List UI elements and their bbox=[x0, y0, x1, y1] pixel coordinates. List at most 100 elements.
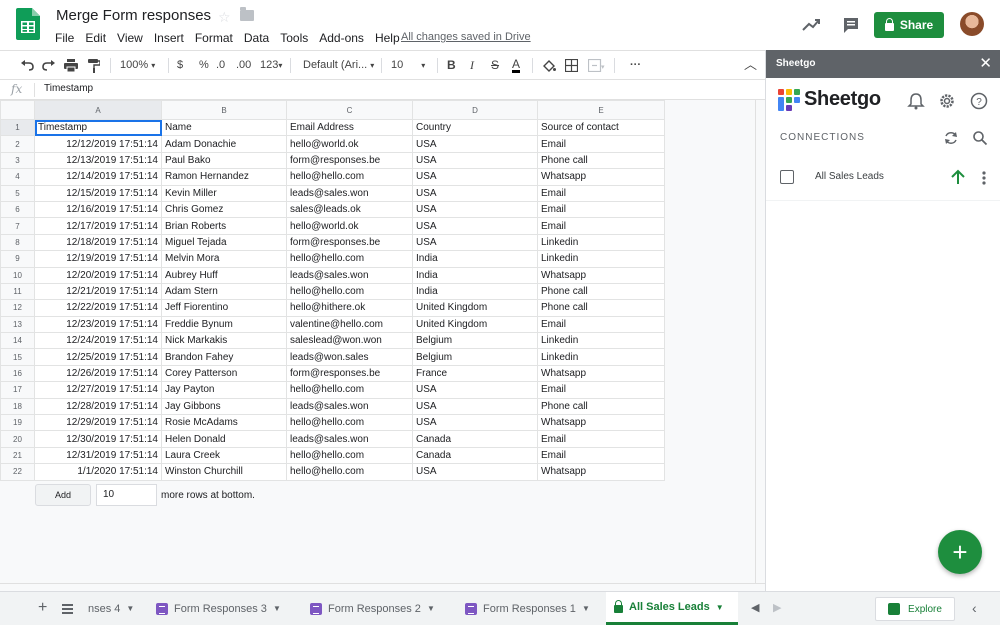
cell-timestamp[interactable]: 12/24/2019 17:51:14 bbox=[34, 332, 162, 350]
cell-timestamp[interactable]: 12/18/2019 17:51:14 bbox=[34, 233, 162, 252]
cell-email[interactable]: hello@hello.com bbox=[286, 463, 413, 481]
cell-source[interactable]: Email bbox=[537, 135, 665, 153]
cell-email[interactable]: form@responses.be bbox=[286, 364, 413, 383]
cell-source[interactable]: Email bbox=[537, 381, 665, 399]
save-status-link[interactable]: All changes saved in Drive bbox=[401, 31, 531, 43]
refresh-icon[interactable] bbox=[943, 130, 959, 146]
menu-data[interactable]: Data bbox=[244, 31, 269, 45]
add-connection-button[interactable]: + bbox=[938, 530, 982, 574]
add-rows-button[interactable]: Add bbox=[35, 484, 91, 506]
row-header[interactable]: 22 bbox=[0, 463, 35, 481]
cell-email[interactable]: hello@hello.com bbox=[286, 414, 413, 432]
row-header[interactable]: 8 bbox=[0, 233, 35, 252]
cell-name[interactable]: Aubrey Huff bbox=[161, 266, 287, 284]
row-header[interactable]: 1 bbox=[0, 118, 35, 137]
cell-email[interactable]: hello@hello.com bbox=[286, 446, 413, 465]
cell-source[interactable]: Source of contact bbox=[537, 118, 665, 137]
chevron-down-icon[interactable]: ▼ bbox=[273, 604, 281, 613]
cell-name[interactable]: Paul Bako bbox=[161, 151, 287, 170]
merge-cells-icon[interactable]: ▾ bbox=[588, 59, 606, 72]
cell-name[interactable]: Laura Creek bbox=[161, 446, 287, 465]
chevron-down-icon[interactable]: ▼ bbox=[427, 604, 435, 613]
cell-name[interactable]: Adam Donachie bbox=[161, 135, 287, 153]
menu-addons[interactable]: Add-ons bbox=[319, 31, 364, 45]
row-header[interactable]: 10 bbox=[0, 266, 35, 284]
cell-source[interactable]: Email bbox=[537, 430, 665, 448]
star-icon[interactable]: ☆ bbox=[218, 9, 231, 26]
sheets-logo-icon[interactable] bbox=[16, 8, 40, 40]
menu-view[interactable]: View bbox=[117, 31, 143, 45]
cell-source[interactable]: Whatsapp bbox=[537, 414, 665, 432]
cell-source[interactable]: Linkedin bbox=[537, 332, 665, 350]
borders-icon[interactable] bbox=[565, 59, 578, 72]
connection-checkbox[interactable] bbox=[780, 170, 794, 184]
connection-name[interactable]: All Sales Leads bbox=[815, 171, 884, 182]
cell-source[interactable]: Whatsapp bbox=[537, 266, 665, 284]
cell-country[interactable]: USA bbox=[412, 168, 538, 186]
cell-name[interactable]: Miguel Tejada bbox=[161, 233, 287, 252]
scroll-tabs-left-icon[interactable]: ◀ bbox=[751, 601, 759, 614]
cell-name[interactable]: Brandon Fahey bbox=[161, 348, 287, 366]
row-header[interactable]: 3 bbox=[0, 151, 35, 170]
cell-timestamp[interactable]: 12/17/2019 17:51:14 bbox=[34, 217, 162, 235]
cell-country[interactable]: USA bbox=[412, 217, 538, 235]
cell-name[interactable]: Freddie Bynum bbox=[161, 315, 287, 334]
cell-source[interactable]: Email bbox=[537, 200, 665, 219]
column-header-c[interactable]: C bbox=[286, 100, 413, 120]
cell-country[interactable]: Belgium bbox=[412, 332, 538, 350]
cell-email[interactable]: leads@sales.won bbox=[286, 266, 413, 284]
menu-format[interactable]: Format bbox=[195, 31, 233, 45]
menu-help[interactable]: Help bbox=[375, 31, 400, 45]
cell-name[interactable]: Adam Stern bbox=[161, 282, 287, 301]
cell-name[interactable]: Jay Gibbons bbox=[161, 397, 287, 416]
cell-timestamp[interactable]: 12/12/2019 17:51:14 bbox=[34, 135, 162, 153]
cell-source[interactable]: Email bbox=[537, 217, 665, 235]
fill-color-icon[interactable] bbox=[542, 59, 556, 73]
cell-name[interactable]: Corey Patterson bbox=[161, 364, 287, 383]
cell-timestamp[interactable]: 12/20/2019 17:51:14 bbox=[34, 266, 162, 284]
cell-email[interactable]: form@responses.be bbox=[286, 151, 413, 170]
font-size-select[interactable]: 10 ▾ bbox=[391, 58, 425, 73]
cell-email[interactable]: hello@hello.com bbox=[286, 381, 413, 399]
cell-source[interactable]: Linkedin bbox=[537, 348, 665, 366]
decrease-decimal-button[interactable]: .0 bbox=[216, 58, 225, 72]
cell-name[interactable]: Jeff Fiorentino bbox=[161, 299, 287, 317]
print-icon[interactable] bbox=[64, 59, 78, 72]
cell-source[interactable]: Linkedin bbox=[537, 250, 665, 268]
cell-source[interactable]: Whatsapp bbox=[537, 168, 665, 186]
currency-format-button[interactable]: $ bbox=[177, 58, 183, 72]
cell-email[interactable]: hello@hello.com bbox=[286, 168, 413, 186]
cell-source[interactable]: Phone call bbox=[537, 397, 665, 416]
arrow-up-icon[interactable] bbox=[950, 168, 966, 186]
cell-country[interactable]: USA bbox=[412, 200, 538, 219]
cell-country[interactable]: Canada bbox=[412, 446, 538, 465]
column-header-e[interactable]: E bbox=[537, 100, 665, 120]
cell-country[interactable]: USA bbox=[412, 233, 538, 252]
cell-source[interactable]: Email bbox=[537, 184, 665, 202]
tab-form-responses-2[interactable]: Form Responses 2 ▼ bbox=[302, 592, 443, 625]
menu-insert[interactable]: Insert bbox=[154, 31, 184, 45]
collapse-toolbar-icon[interactable]: ︿ bbox=[744, 58, 757, 72]
row-header[interactable]: 19 bbox=[0, 414, 35, 432]
cell-source[interactable]: Linkedin bbox=[537, 233, 665, 252]
add-sheet-icon[interactable]: + bbox=[38, 599, 47, 617]
user-avatar[interactable] bbox=[960, 12, 984, 36]
cell-source[interactable]: Email bbox=[537, 446, 665, 465]
bell-icon[interactable] bbox=[907, 92, 925, 110]
search-icon[interactable] bbox=[972, 130, 988, 146]
bold-button[interactable]: B bbox=[447, 58, 456, 72]
row-header[interactable]: 4 bbox=[0, 168, 35, 186]
cell-timestamp[interactable]: 12/27/2019 17:51:14 bbox=[34, 381, 162, 399]
row-header[interactable]: 7 bbox=[0, 217, 35, 235]
folder-icon[interactable] bbox=[240, 7, 254, 21]
cell-timestamp[interactable]: 12/25/2019 17:51:14 bbox=[34, 348, 162, 366]
cell-email[interactable]: saleslead@won.won bbox=[286, 332, 413, 350]
cell-email[interactable]: hello@hello.com bbox=[286, 282, 413, 301]
cell-email[interactable]: Email Address bbox=[286, 118, 413, 137]
cell-timestamp[interactable]: 12/15/2019 17:51:14 bbox=[34, 184, 162, 202]
tab-form-responses-1[interactable]: Form Responses 1 ▼ bbox=[457, 592, 598, 625]
cell-country[interactable]: USA bbox=[412, 463, 538, 481]
cell-name[interactable]: Rosie McAdams bbox=[161, 414, 287, 432]
close-icon[interactable]: ✕ bbox=[979, 55, 992, 73]
more-vert-icon[interactable] bbox=[980, 169, 988, 187]
